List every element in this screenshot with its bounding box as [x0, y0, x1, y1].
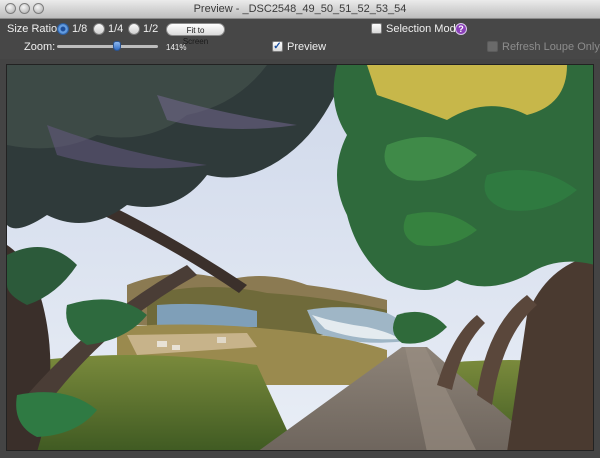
window-title: Preview - _DSC2548_49_50_51_52_53_54 — [193, 3, 407, 15]
preview-window: Preview - _DSC2548_49_50_51_52_53_54 Siz… — [0, 0, 600, 458]
preview-toolbar — [0, 19, 600, 59]
selection-mode-label[interactable]: Selection Mode — [386, 23, 462, 35]
fit-to-screen-button[interactable]: Fit to Screen — [166, 23, 225, 46]
photo-illustration — [7, 65, 593, 450]
ratio-1-4-radio[interactable] — [93, 23, 105, 35]
zoom-slider-thumb[interactable] — [112, 41, 121, 51]
help-icon[interactable]: ? — [455, 23, 467, 35]
refresh-loupe-label[interactable]: Refresh Loupe Only — [502, 41, 600, 53]
ratio-1-2-label[interactable]: 1/2 — [143, 23, 158, 35]
ratio-1-2-radio[interactable] — [128, 23, 140, 35]
ratio-1-8-label[interactable]: 1/8 — [72, 23, 87, 35]
size-ratio-label: Size Ratio: — [7, 23, 61, 35]
refresh-loupe-checkbox[interactable] — [487, 41, 498, 52]
title-bar[interactable]: Preview - _DSC2548_49_50_51_52_53_54 — [0, 0, 600, 19]
zoom-value: 141% — [166, 43, 187, 52]
ratio-1-8-radio[interactable] — [57, 23, 69, 35]
zoom-slider-track[interactable] — [57, 45, 158, 48]
zoom-label: Zoom: — [24, 41, 56, 53]
selection-mode-checkbox[interactable] — [371, 23, 382, 34]
preview-checkbox[interactable]: ✓ — [272, 41, 283, 52]
hdr-photo-image — [6, 64, 594, 451]
preview-label[interactable]: Preview — [287, 41, 326, 53]
ratio-1-4-label[interactable]: 1/4 — [108, 23, 123, 35]
